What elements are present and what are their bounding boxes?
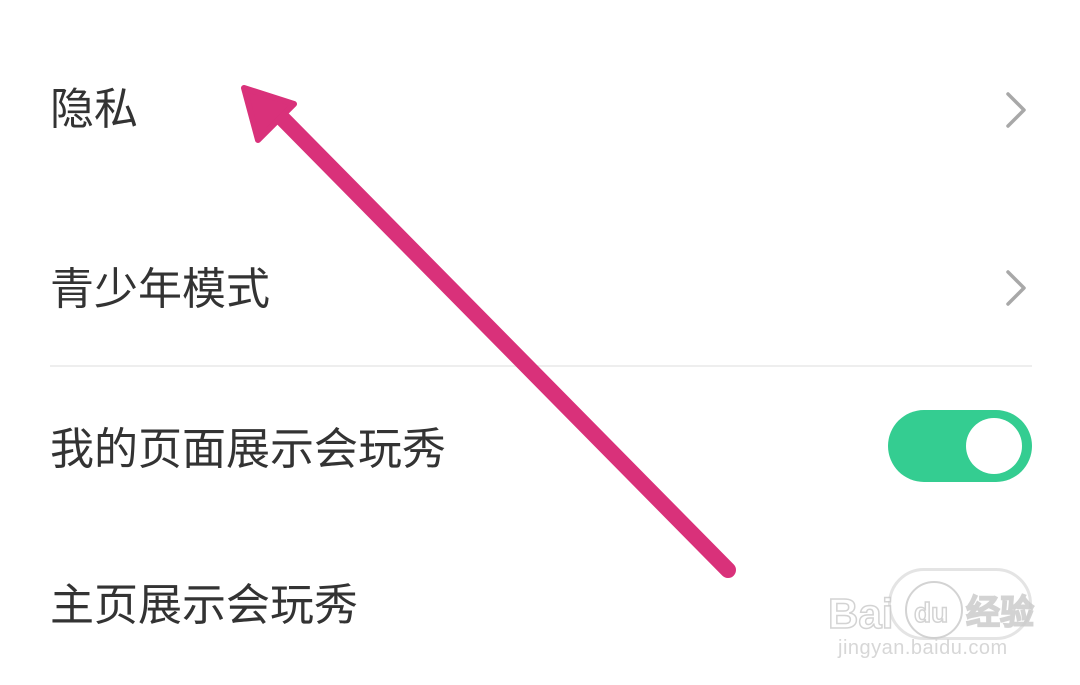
chevron-right-icon [1006, 270, 1026, 306]
toggle-my-page-show[interactable] [888, 410, 1032, 482]
svg-text:du: du [914, 597, 948, 628]
settings-screen: 隐私 青少年模式 我的页面展示会玩秀 主页展示会玩秀 Bai du 经验 jin… [0, 0, 1080, 685]
chevron-right-icon [1006, 92, 1026, 128]
settings-item-label: 隐私 [50, 84, 138, 135]
settings-item-privacy[interactable]: 隐私 [0, 70, 1080, 150]
svg-text:Bai: Bai [828, 590, 893, 637]
toggle-knob [966, 418, 1022, 474]
divider [50, 365, 1032, 367]
watermark-url: jingyan.baidu.com [838, 637, 1008, 659]
settings-item-youth-mode[interactable]: 青少年模式 [0, 250, 1080, 330]
settings-item-label: 主页展示会玩秀 [50, 580, 358, 631]
svg-text:经验: 经验 [966, 593, 1034, 632]
settings-item-label: 我的页面展示会玩秀 [50, 424, 446, 475]
settings-item-label: 青少年模式 [50, 264, 270, 315]
